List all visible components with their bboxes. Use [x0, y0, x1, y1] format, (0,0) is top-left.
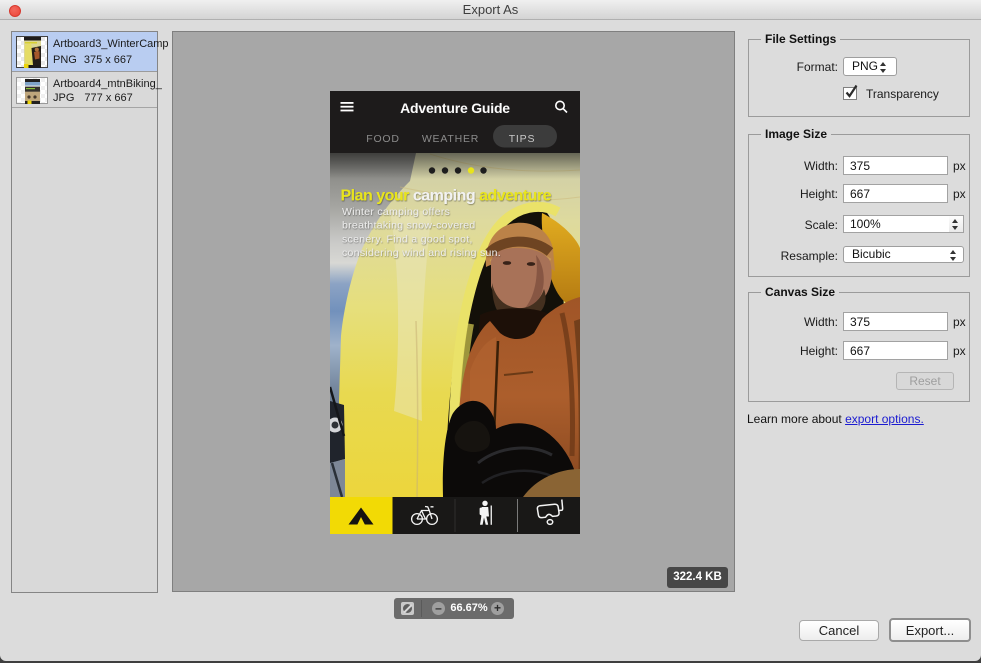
svg-text:Plan your camping adventure: Plan your camping adventure [341, 188, 552, 205]
svg-text:WEATHER: WEATHER [422, 133, 479, 145]
svg-text:Adventure Guide: Adventure Guide [400, 100, 510, 116]
svg-text:considering wind and rising su: considering wind and rising sun. [342, 247, 501, 259]
svg-text:FOOD: FOOD [366, 133, 400, 145]
svg-text:scenery. Find a good spot,: scenery. Find a good spot, [342, 234, 473, 246]
svg-text:breathtaking snow-covered: breathtaking snow-covered [342, 220, 476, 232]
svg-text:TIPS: TIPS [509, 133, 536, 145]
svg-text:Winter camping offers: Winter camping offers [342, 206, 450, 218]
